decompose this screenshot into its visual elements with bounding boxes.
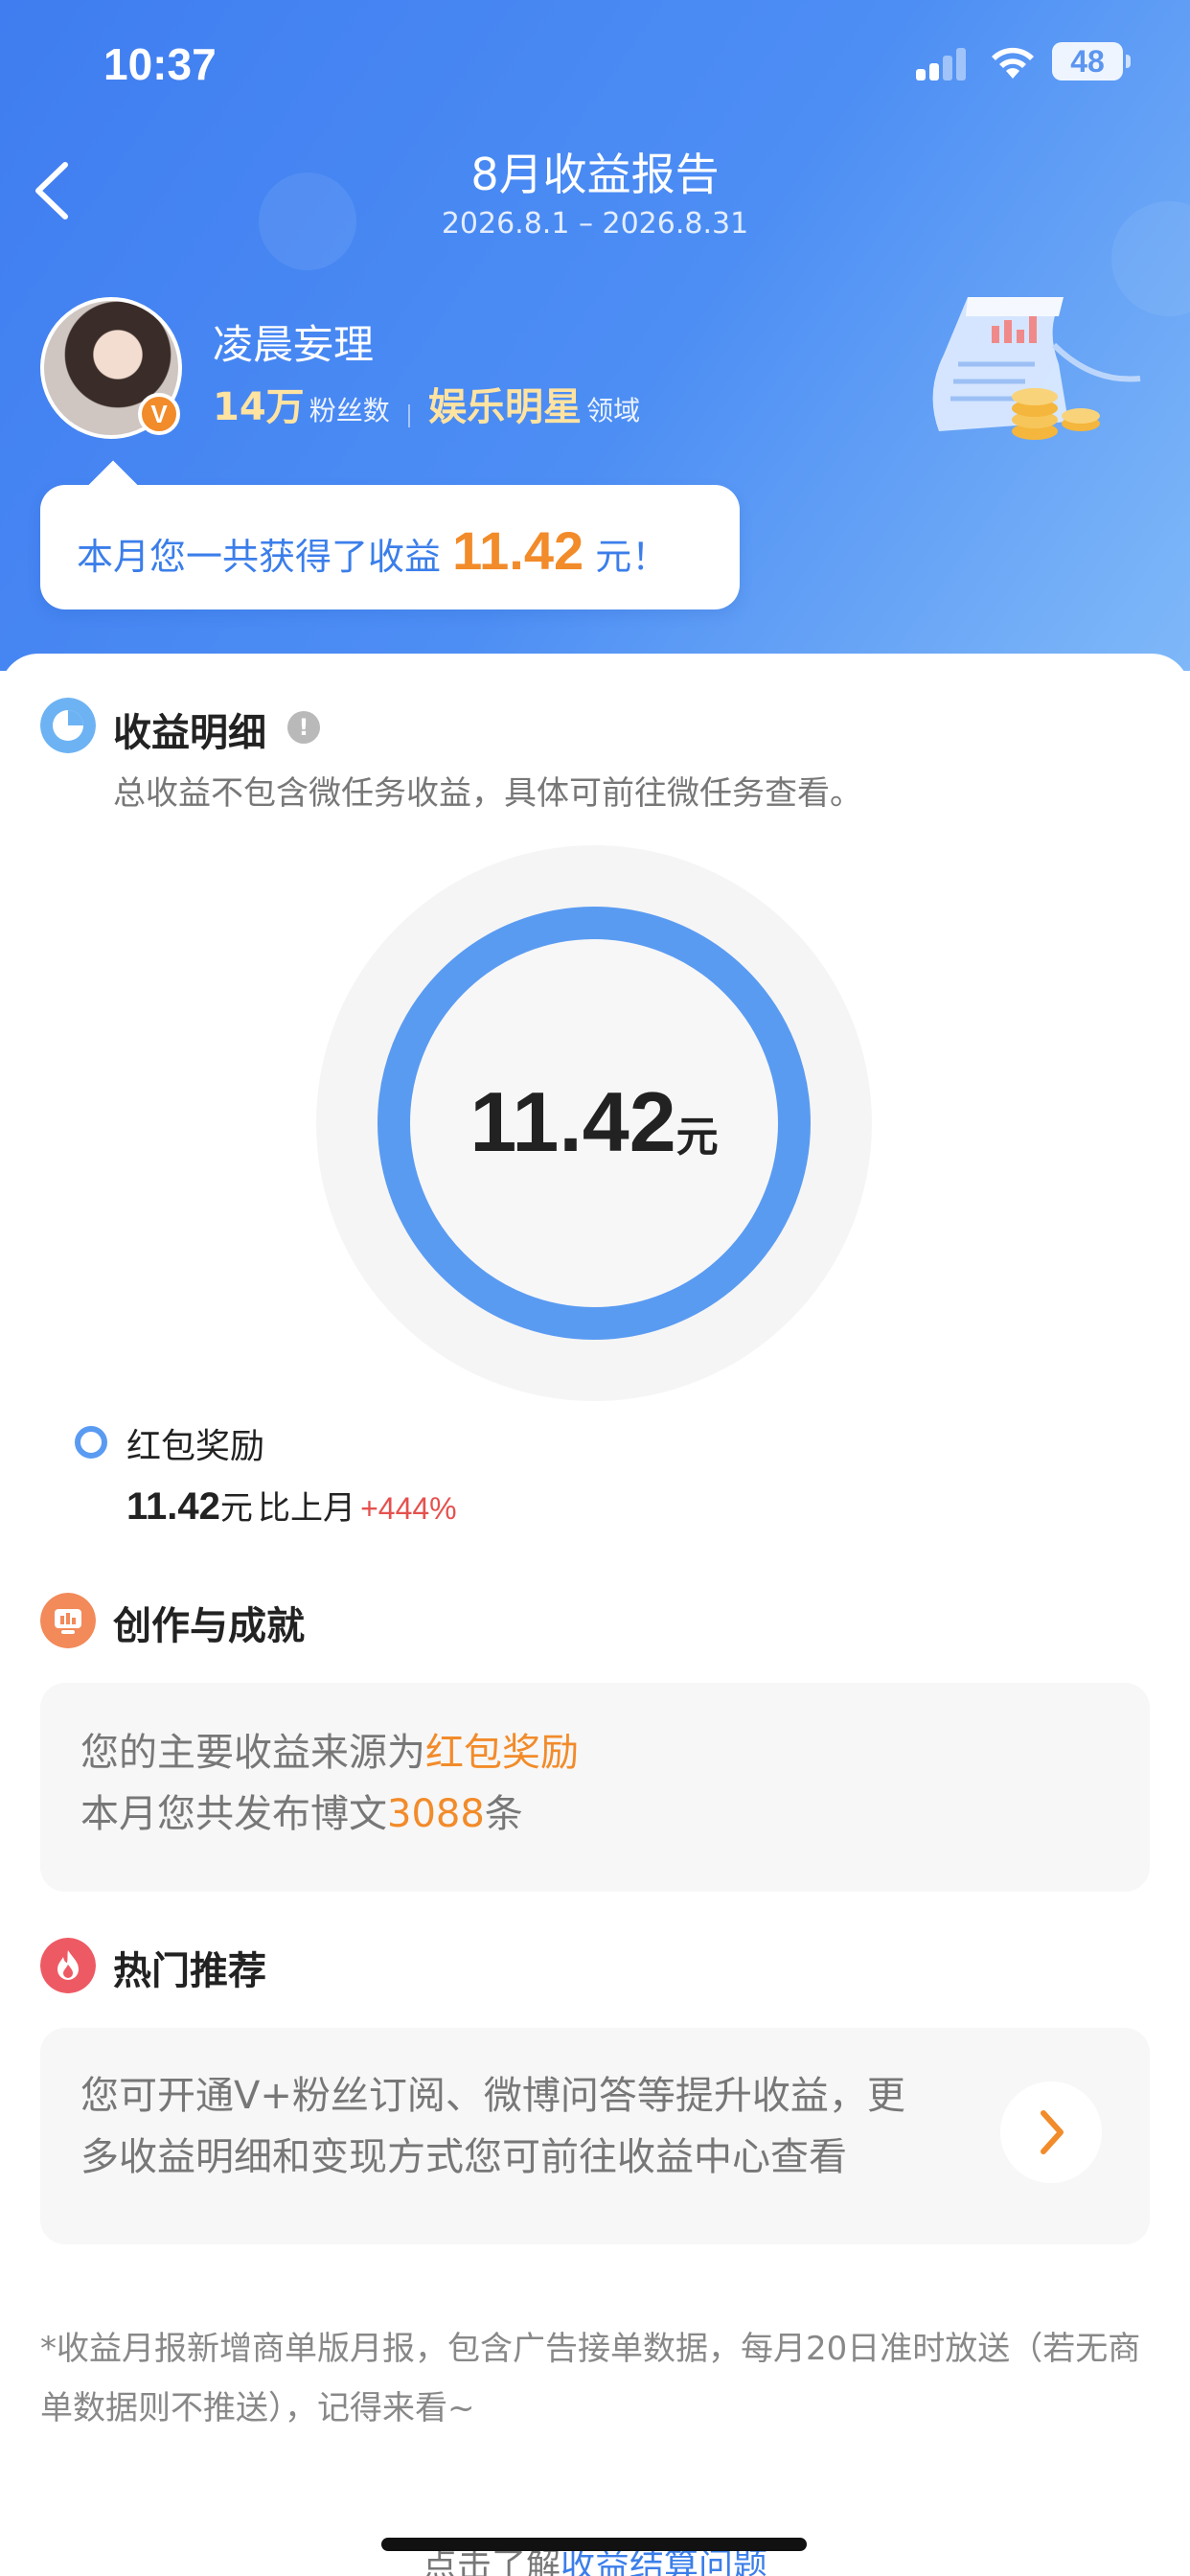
income-note: 总收益不包含微任务收益，具体可前往微任务查看。 xyxy=(113,774,862,813)
source-prefix: 您的主要收益来源为 xyxy=(80,1731,425,1775)
creation-line-source: 您的主要收益来源为红包奖励 xyxy=(80,1721,579,1777)
home-indicator xyxy=(381,2538,807,2551)
footnote: *收益月报新增商单版月报，包含广告接单数据，每月20日准时放送（若无商单数据则不… xyxy=(40,2330,1141,2427)
monitor-chart-icon xyxy=(40,1593,96,1648)
info-icon[interactable]: ! xyxy=(287,711,320,744)
posts-prefix: 本月您共发布博文 xyxy=(80,1792,387,1836)
fans-count: 14万 xyxy=(213,385,305,429)
donut-total-unit: 元 xyxy=(675,1113,719,1162)
divider xyxy=(407,403,410,427)
earnings-suffix: 元！ xyxy=(595,536,669,578)
legend-dot xyxy=(75,1426,107,1459)
report-illustration-icon xyxy=(932,297,1141,440)
legend-change: +444% xyxy=(360,1491,457,1526)
fans-label: 粉丝数 xyxy=(309,395,390,426)
date-range: 2026.8.1 – 2026.8.31 xyxy=(441,207,749,241)
pie-chart-icon xyxy=(40,698,96,753)
source-highlight: 红包奖励 xyxy=(425,1731,579,1775)
user-name: 凌晨妄理 xyxy=(213,321,375,368)
section-title-creation: 创作与成就 xyxy=(113,1604,305,1648)
earnings-prefix: 本月您一共获得了收益 xyxy=(77,536,442,578)
chevron-right-icon[interactable] xyxy=(1000,2082,1102,2183)
creation-card: 您的主要收益来源为红包奖励 本月您共发布博文3088条 xyxy=(40,1683,1150,1892)
hot-line-2: 多收益明细和变现方式您可前往收益中心查看 xyxy=(80,2135,847,2179)
legend-compare-label: 比上月 xyxy=(257,1489,355,1528)
earnings-amount: 11.42 xyxy=(452,520,584,581)
field-suffix: 领域 xyxy=(586,395,641,426)
donut-total: 11.42元 xyxy=(378,1073,811,1171)
posts-count: 3088 xyxy=(387,1792,485,1836)
field-name: 娱乐明星 xyxy=(427,385,582,429)
hot-recommend-card[interactable]: 您可开通V+粉丝订阅、微博问答等提升收益，更 多收益明细和变现方式您可前往收益中… xyxy=(40,2028,1150,2244)
flame-icon xyxy=(40,1938,96,1993)
section-title-hot: 热门推荐 xyxy=(113,1949,266,1993)
earnings-bubble: 本月您一共获得了收益 11.42 元！ xyxy=(40,485,740,610)
hot-line-1: 您可开通V+粉丝订阅、微博问答等提升收益，更 xyxy=(80,2074,905,2118)
battery-indicator: 48 xyxy=(1052,42,1131,80)
legend-label: 红包奖励 xyxy=(126,1427,265,1466)
page-title: 8月收益报告 xyxy=(470,149,720,200)
posts-suffix: 条 xyxy=(484,1792,523,1836)
wifi-icon xyxy=(992,47,1034,79)
legend-value: 11.42 xyxy=(126,1485,220,1528)
user-stats: 14万 粉丝数 娱乐明星 领域 xyxy=(213,376,640,431)
legend-unit: 元 xyxy=(219,1489,253,1528)
signal-icon xyxy=(916,48,970,80)
verified-badge: V xyxy=(138,393,180,435)
creation-line-posts: 本月您共发布博文3088条 xyxy=(80,1782,523,1838)
donut-total-value: 11.42 xyxy=(469,1074,676,1169)
earnings-summary: 本月您一共获得了收益 11.42 元！ xyxy=(77,519,668,582)
section-title-income-detail: 收益明细 xyxy=(113,711,266,755)
status-time: 10:37 xyxy=(103,39,217,89)
legend-stats: 11.42元 比上月 +444% xyxy=(126,1482,457,1529)
